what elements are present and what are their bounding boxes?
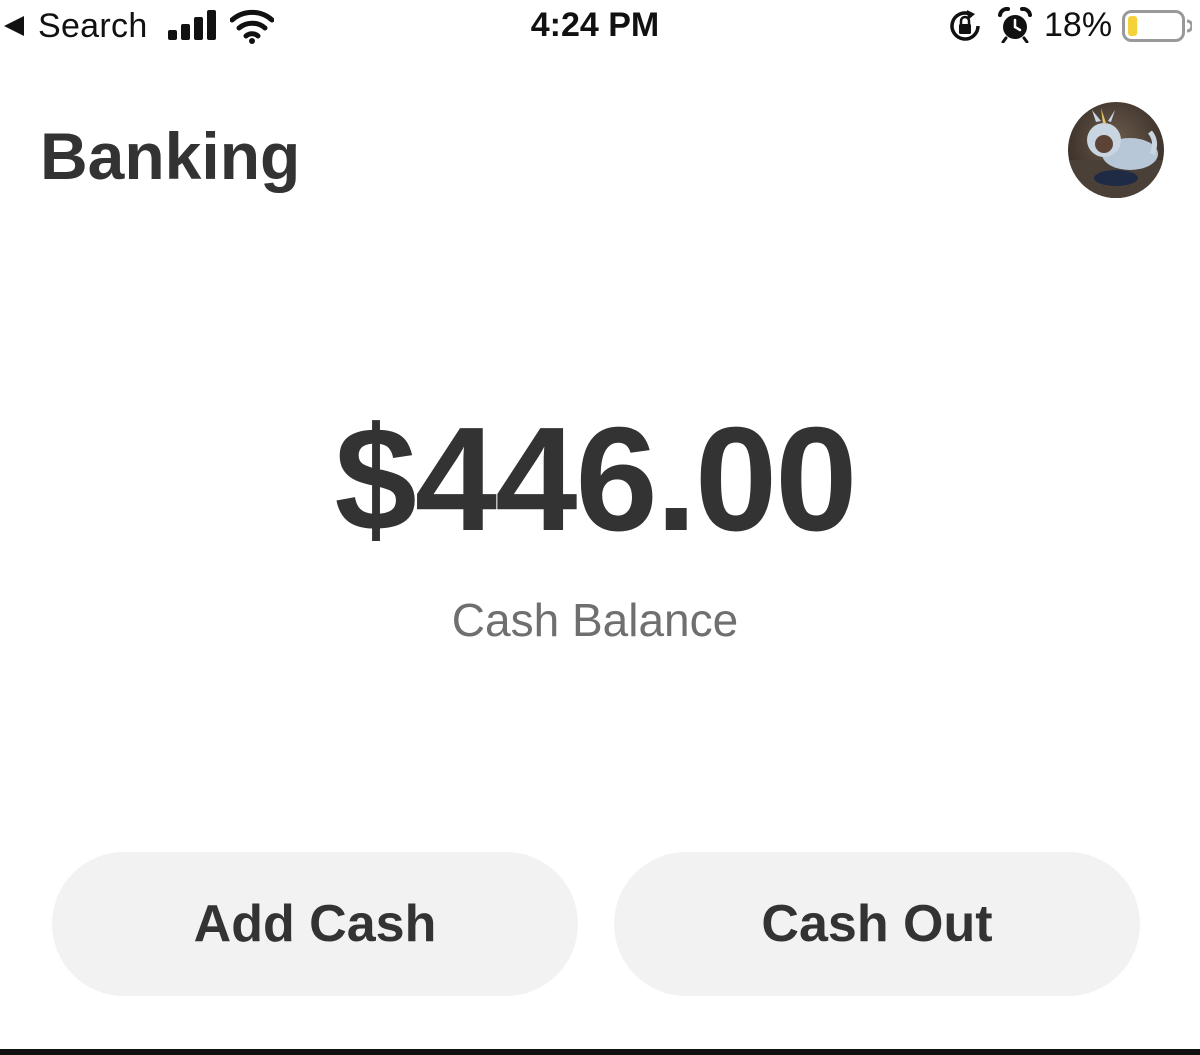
cash-balance-amount: $446.00 [334, 397, 858, 562]
alarm-icon [998, 7, 1032, 43]
rotation-lock-icon [950, 10, 980, 41]
avatar-image [1068, 102, 1164, 198]
page-title: Banking [40, 119, 301, 193]
battery-percent: 18% [1044, 6, 1113, 44]
bottom-edge-divider [0, 1049, 1200, 1055]
profile-avatar[interactable] [1068, 102, 1164, 198]
add-cash-button[interactable]: Add Cash [52, 852, 578, 996]
cash-balance-label: Cash Balance [451, 594, 739, 646]
cash-out-button[interactable]: Cash Out [614, 852, 1140, 996]
status-bar: Search 4:24 PM 18% [0, 0, 1200, 54]
battery-icon [1122, 10, 1192, 42]
